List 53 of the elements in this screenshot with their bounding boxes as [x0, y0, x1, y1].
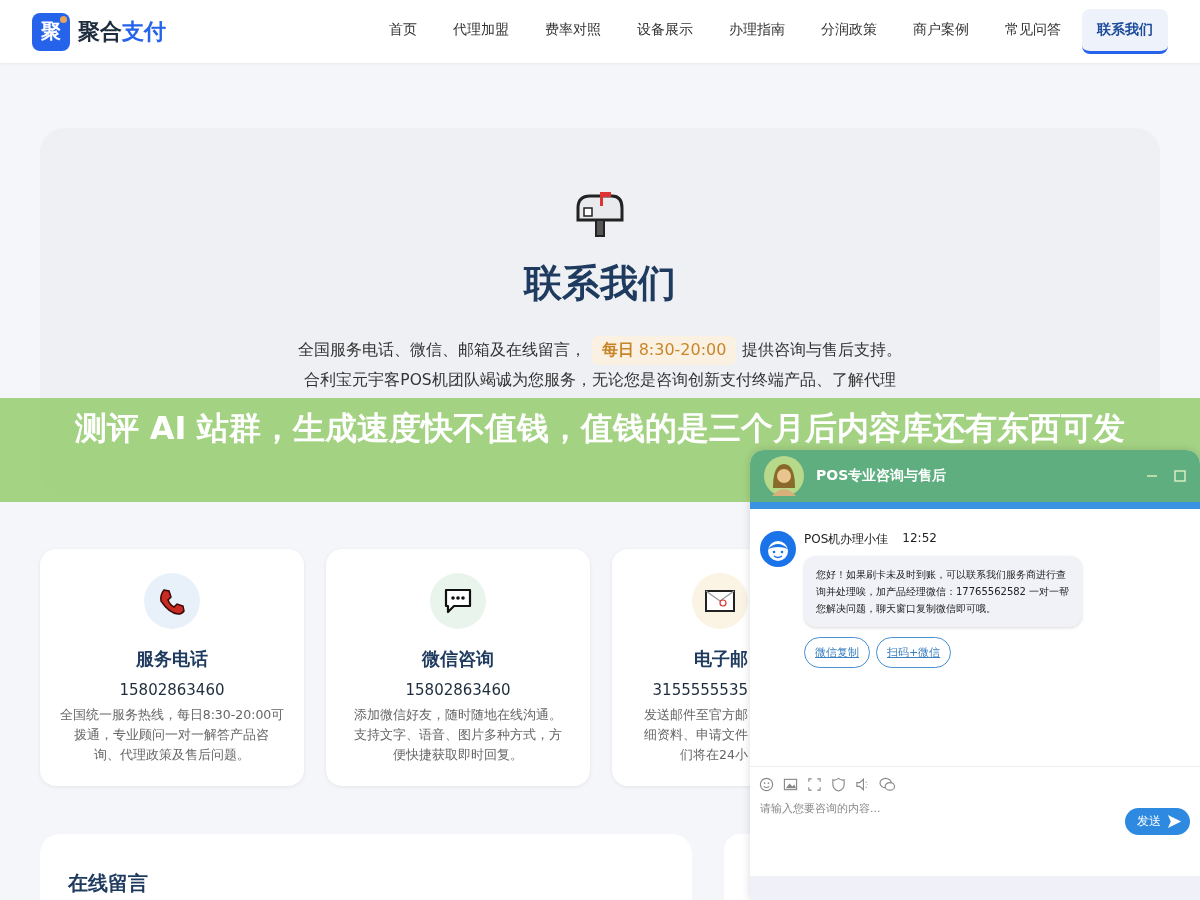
shield-icon[interactable]	[831, 777, 846, 792]
chat-title: POS专业咨询与售后	[816, 467, 948, 485]
chat-icon	[443, 587, 473, 615]
wechat-icon[interactable]	[879, 777, 896, 792]
card-description: 便快捷获取即时回复。	[392, 746, 524, 764]
logo-icon[interactable]: 聚	[32, 12, 70, 51]
nav-link[interactable]: 首页	[374, 9, 432, 54]
section-title: 在线留言	[68, 870, 149, 897]
page-title: 联系我们	[524, 260, 676, 307]
contact-number: 15802863460	[405, 681, 511, 699]
nav-link[interactable]: 商户案例	[898, 9, 984, 54]
maximize-icon[interactable]	[1174, 470, 1186, 482]
card-description: 拨通，专业顾问一对一解答产品咨	[73, 726, 271, 744]
card-title: 服务电话	[136, 647, 208, 671]
intro-text: 提供咨询与售后支持。	[742, 339, 903, 361]
contact-number: 3155555535	[652, 681, 748, 699]
image-icon[interactable]	[783, 777, 798, 792]
card-description: 支持文字、语音、图片多种方式，方	[354, 726, 562, 744]
card-description: 们将在24小	[679, 746, 748, 764]
card-description: 询、代理政策及售后问题。	[93, 746, 251, 764]
quick-reply-button[interactable]: 微信复制	[804, 637, 870, 668]
card-description: 添加微信好友，随时随地在线沟通。	[354, 706, 562, 724]
message-time: 12:52	[902, 531, 937, 547]
avatar-icon	[764, 456, 804, 496]
nav-link[interactable]: 分润政策	[806, 9, 892, 54]
brand-name[interactable]: 聚合支付	[78, 16, 166, 47]
card-title: 微信咨询	[422, 647, 494, 671]
card-description: 全国统一服务热线，每日8:30-20:00可	[59, 706, 285, 724]
card-description: 发送邮件至官方邮	[644, 706, 748, 724]
intro-text: 全国服务电话、微信、邮箱及在线留言，	[297, 339, 586, 361]
speaker-icon[interactable]	[855, 777, 870, 792]
card-description: 细资料、申请文件	[644, 726, 748, 744]
envelope-icon	[705, 590, 735, 612]
nav-link[interactable]: 常见问答	[990, 9, 1076, 54]
crop-icon[interactable]	[807, 777, 822, 792]
message-input[interactable]: 请输入您要咨询的内容...	[760, 798, 1125, 819]
nav-link[interactable]: 办理指南	[714, 9, 800, 54]
nav-link[interactable]: 设备展示	[622, 9, 708, 54]
intro-text: 合利宝元宇客POS机团队竭诚为您服务，无论您是咨询创新支付终端产品、了解代理	[304, 369, 896, 391]
avatar-icon	[760, 531, 796, 567]
message-bubble: 您好！如果刷卡未及时到账，可以联系我们服务商进行查询并处理唉，加产品经理微信：17765562582 一对一帮您解决问题，聊天窗口复制微信即可哦。	[804, 556, 1082, 627]
phone-icon	[158, 587, 186, 615]
contact-number: 15802863460	[119, 681, 225, 699]
nav-link[interactable]: 费率对照	[530, 9, 616, 54]
send-button[interactable]: 发送	[1125, 808, 1190, 835]
send-icon	[1167, 814, 1182, 829]
hours-badge: 每日 8:30-20:00	[591, 335, 737, 365]
card-title: 电子邮	[694, 647, 748, 671]
emoji-icon[interactable]	[759, 777, 774, 792]
agent-name: POS机办理小佳	[804, 531, 889, 548]
nav-link[interactable]: 代理加盟	[438, 9, 524, 54]
quick-reply-button[interactable]: 扫码+微信	[876, 637, 952, 668]
nav-link[interactable]: 联系我们	[1082, 9, 1168, 54]
